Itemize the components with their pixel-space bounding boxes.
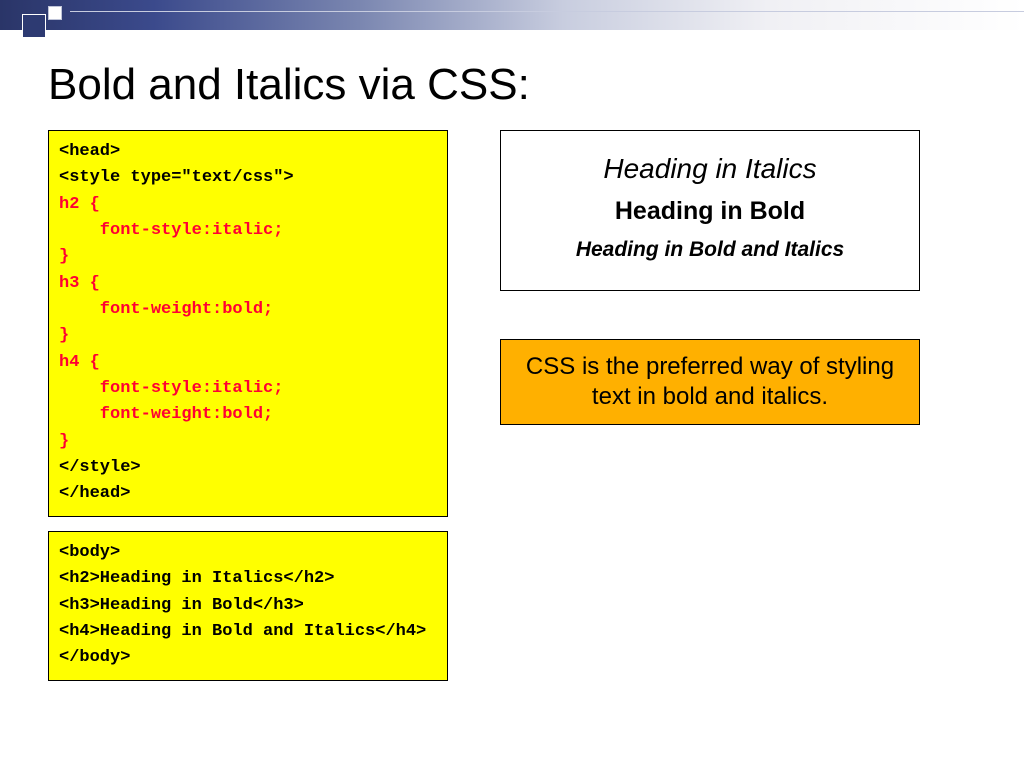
output-heading-bold: Heading in Bold	[521, 197, 899, 226]
code-line: font-style:italic;	[59, 221, 283, 240]
code-line: h2 {	[59, 195, 100, 214]
note-callout: CSS is the preferred way of styling text…	[500, 339, 920, 425]
code-line: }	[59, 247, 69, 266]
slide-title: Bold and Italics via CSS:	[0, 30, 1024, 130]
output-heading-bold-italic: Heading in Bold and Italics	[521, 238, 899, 262]
code-line: }	[59, 432, 69, 451]
code-block-body: <body> <h2>Heading in Italics</h2> <h3>H…	[48, 531, 448, 681]
code-line: <h4>Heading in Bold and Italics</h4>	[59, 622, 426, 641]
code-line: font-weight:bold;	[59, 405, 273, 424]
code-line: </body>	[59, 648, 130, 667]
decoration-square-small	[48, 6, 62, 20]
output-heading-italic: Heading in Italics	[521, 153, 899, 185]
code-line: </head>	[59, 484, 130, 503]
code-line: h4 {	[59, 353, 100, 372]
code-block-head: <head> <style type="text/css"> h2 { font…	[48, 130, 448, 517]
slide-header-bar	[0, 0, 1024, 30]
code-line: </style>	[59, 458, 141, 477]
decoration-rule	[70, 11, 1024, 12]
code-line: h3 {	[59, 274, 100, 293]
code-line: font-style:italic;	[59, 379, 283, 398]
code-line: <style type="text/css">	[59, 168, 294, 187]
code-line: <head>	[59, 142, 120, 161]
decoration-square-large	[22, 14, 46, 38]
code-line: <h3>Heading in Bold</h3>	[59, 596, 304, 615]
code-line: <h2>Heading in Italics</h2>	[59, 569, 334, 588]
code-line: <body>	[59, 543, 120, 562]
code-line: font-weight:bold;	[59, 300, 273, 319]
rendered-output-box: Heading in Italics Heading in Bold Headi…	[500, 130, 920, 291]
code-line: }	[59, 326, 69, 345]
